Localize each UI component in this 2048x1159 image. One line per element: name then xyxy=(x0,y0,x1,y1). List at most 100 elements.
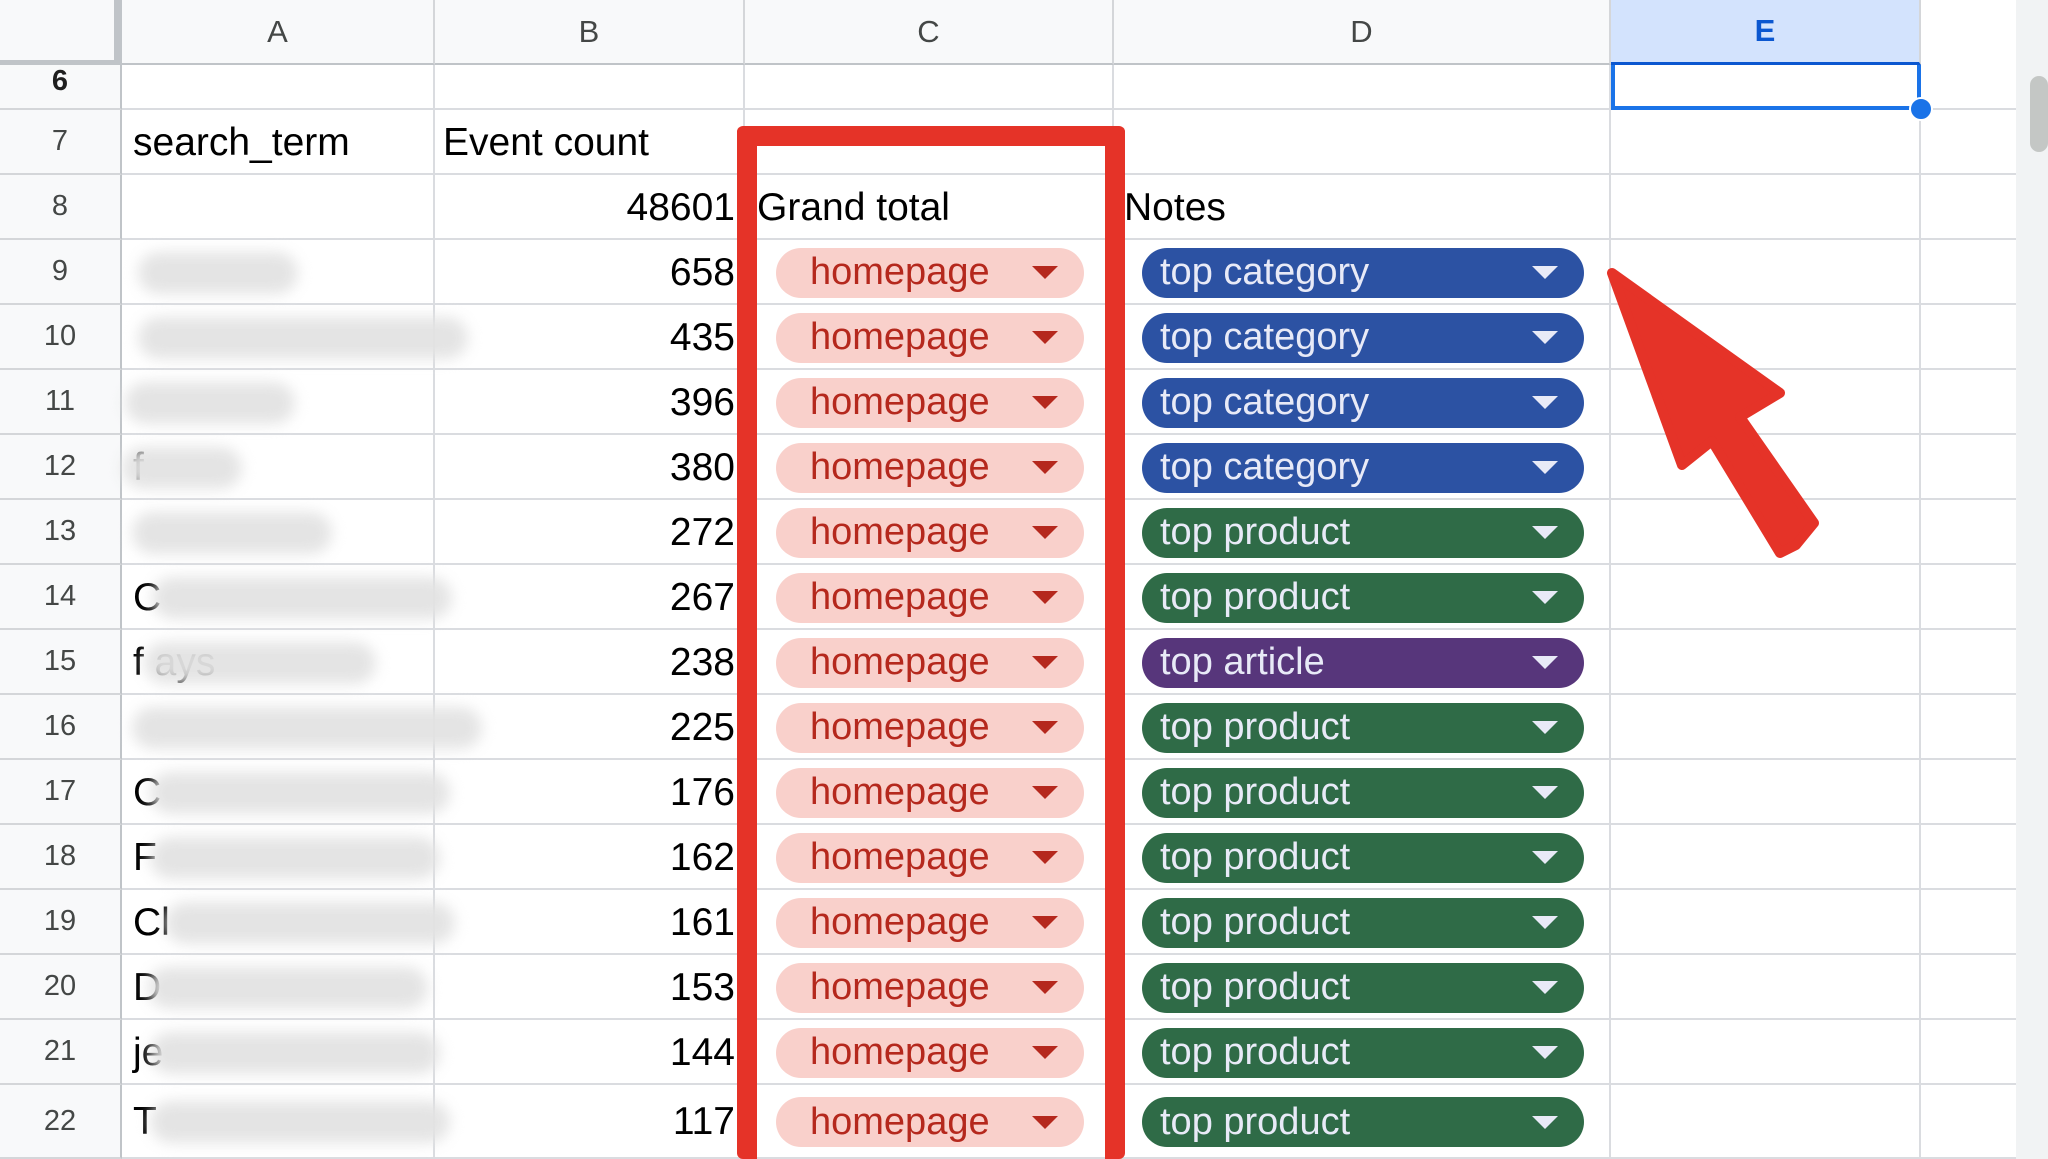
dropdown-chip-d13[interactable]: top product xyxy=(1142,507,1584,558)
column-header-c[interactable]: C xyxy=(745,0,1114,65)
row-header-10[interactable]: 10 xyxy=(0,305,122,370)
triangle-down-icon[interactable] xyxy=(1532,981,1558,994)
cell-b21[interactable]: 144 xyxy=(670,1030,735,1076)
row-header-7[interactable]: 7 xyxy=(0,110,122,175)
row-header-19[interactable]: 19 xyxy=(0,890,122,955)
dropdown-chip-d22[interactable]: top product xyxy=(1142,1097,1584,1147)
redacted-text xyxy=(150,1101,450,1143)
redacted-text xyxy=(150,836,440,879)
row-header-18[interactable]: 18 xyxy=(0,825,122,890)
grid-line xyxy=(1609,65,1611,1159)
cell-b15[interactable]: 238 xyxy=(670,640,735,686)
fill-handle[interactable] xyxy=(1909,97,1933,121)
triangle-down-icon[interactable] xyxy=(1532,721,1558,734)
dropdown-chip-d9[interactable]: top category xyxy=(1142,247,1584,298)
chip-label: top product xyxy=(1160,836,1351,878)
chip-label: top product xyxy=(1160,1031,1351,1073)
triangle-down-icon[interactable] xyxy=(1532,656,1558,669)
row-header-14[interactable]: 14 xyxy=(0,565,122,630)
row-header-20[interactable]: 20 xyxy=(0,955,122,1020)
triangle-down-icon[interactable] xyxy=(1532,1115,1558,1129)
cell-d8[interactable]: Notes xyxy=(1124,185,1226,231)
row-header-13[interactable]: 13 xyxy=(0,500,122,565)
row-header-9[interactable]: 9 xyxy=(0,240,122,305)
cell-b14[interactable]: 267 xyxy=(670,575,735,621)
cell-a7[interactable]: search_term xyxy=(133,120,350,166)
cell-b22[interactable]: 117 xyxy=(673,1099,735,1145)
triangle-down-icon[interactable] xyxy=(1532,851,1558,864)
column-header-a[interactable]: A xyxy=(122,0,435,65)
chip-label: top product xyxy=(1160,576,1351,618)
dropdown-chip-d12[interactable]: top category xyxy=(1142,442,1584,493)
triangle-down-icon[interactable] xyxy=(1532,916,1558,929)
dropdown-chip-d18[interactable]: top product xyxy=(1142,832,1584,883)
dropdown-chip-d10[interactable]: top category xyxy=(1142,312,1584,363)
column-header-e[interactable]: E xyxy=(1611,0,1921,65)
column-c-highlight-box xyxy=(737,126,1125,1159)
chip-label: top category xyxy=(1160,446,1370,488)
row-header-11[interactable]: 11 xyxy=(0,370,122,435)
cell-b20[interactable]: 153 xyxy=(670,965,735,1011)
chip-label: top article xyxy=(1160,641,1325,683)
dropdown-chip-d14[interactable]: top product xyxy=(1142,572,1584,623)
row-header-22[interactable]: 22 xyxy=(0,1085,122,1159)
cell-b7[interactable]: Event count xyxy=(443,120,649,166)
redacted-text xyxy=(132,706,482,749)
redacted-text xyxy=(165,901,455,944)
dropdown-chip-d15[interactable]: top article xyxy=(1142,637,1584,688)
arrow-pointer-icon xyxy=(1607,268,1819,558)
triangle-down-icon[interactable] xyxy=(1532,591,1558,604)
dropdown-chip-d11[interactable]: top category xyxy=(1142,377,1584,428)
dropdown-chip-d20[interactable]: top product xyxy=(1142,962,1584,1013)
dropdown-chip-d16[interactable]: top product xyxy=(1142,702,1584,753)
chip-label: top product xyxy=(1160,706,1351,748)
redacted-text xyxy=(148,966,428,1009)
row-header-8[interactable]: 8 xyxy=(0,175,122,240)
vertical-scrollbar[interactable] xyxy=(2016,0,2048,1159)
row-header-12[interactable]: 12 xyxy=(0,435,122,500)
redacted-text xyxy=(150,771,450,814)
row-header-21[interactable]: 21 xyxy=(0,1020,122,1085)
redacted-text xyxy=(125,381,295,424)
triangle-down-icon[interactable] xyxy=(1532,526,1558,539)
triangle-down-icon[interactable] xyxy=(1532,331,1558,344)
row-header-15[interactable]: 15 xyxy=(0,630,122,695)
cell-b19[interactable]: 161 xyxy=(670,900,735,946)
dropdown-chip-d17[interactable]: top product xyxy=(1142,767,1584,818)
triangle-down-icon[interactable] xyxy=(1532,1046,1558,1059)
column-header-b[interactable]: B xyxy=(435,0,745,65)
cell-b12[interactable]: 380 xyxy=(670,445,735,491)
row-header-17[interactable]: 17 xyxy=(0,760,122,825)
cell-b9[interactable]: 658 xyxy=(670,250,735,296)
grid-line xyxy=(1919,65,1921,1159)
dropdown-chip-d19[interactable]: top product xyxy=(1142,897,1584,948)
dropdown-chip-d21[interactable]: top product xyxy=(1142,1027,1584,1078)
triangle-down-icon[interactable] xyxy=(1532,396,1558,409)
row-header-16[interactable]: 16 xyxy=(0,695,122,760)
chip-label: top category xyxy=(1160,251,1370,293)
column-header-d[interactable]: D xyxy=(1114,0,1611,65)
cell-b18[interactable]: 162 xyxy=(670,835,735,881)
cell-b11[interactable]: 396 xyxy=(670,380,735,426)
cell-b16[interactable]: 225 xyxy=(670,705,735,751)
row-header-6[interactable]: 6 xyxy=(0,65,122,110)
spreadsheet-grid: A B C D E 6 7 search_term Event count 8 48601… xyxy=(0,0,2048,1159)
triangle-down-icon[interactable] xyxy=(1532,461,1558,474)
cell-b10[interactable]: 435 xyxy=(670,315,735,361)
selected-cell-e6[interactable] xyxy=(1611,65,1921,110)
scrollbar-thumb[interactable] xyxy=(2030,76,2048,152)
cell-b8[interactable]: 48601 xyxy=(627,185,735,231)
cell-b17[interactable]: 176 xyxy=(670,770,735,816)
redacted-text xyxy=(150,1031,440,1074)
cell-b13[interactable]: 272 xyxy=(670,510,735,556)
triangle-down-icon[interactable] xyxy=(1532,266,1558,279)
triangle-down-icon[interactable] xyxy=(1532,786,1558,799)
chip-label: top product xyxy=(1160,966,1351,1008)
redacted-text xyxy=(122,446,242,489)
chip-label: top product xyxy=(1160,771,1351,813)
redacted-text xyxy=(132,511,332,554)
select-all-corner[interactable] xyxy=(0,0,122,65)
chip-label: top product xyxy=(1160,1100,1351,1143)
redacted-text xyxy=(138,316,468,359)
chip-label: top product xyxy=(1160,901,1351,943)
